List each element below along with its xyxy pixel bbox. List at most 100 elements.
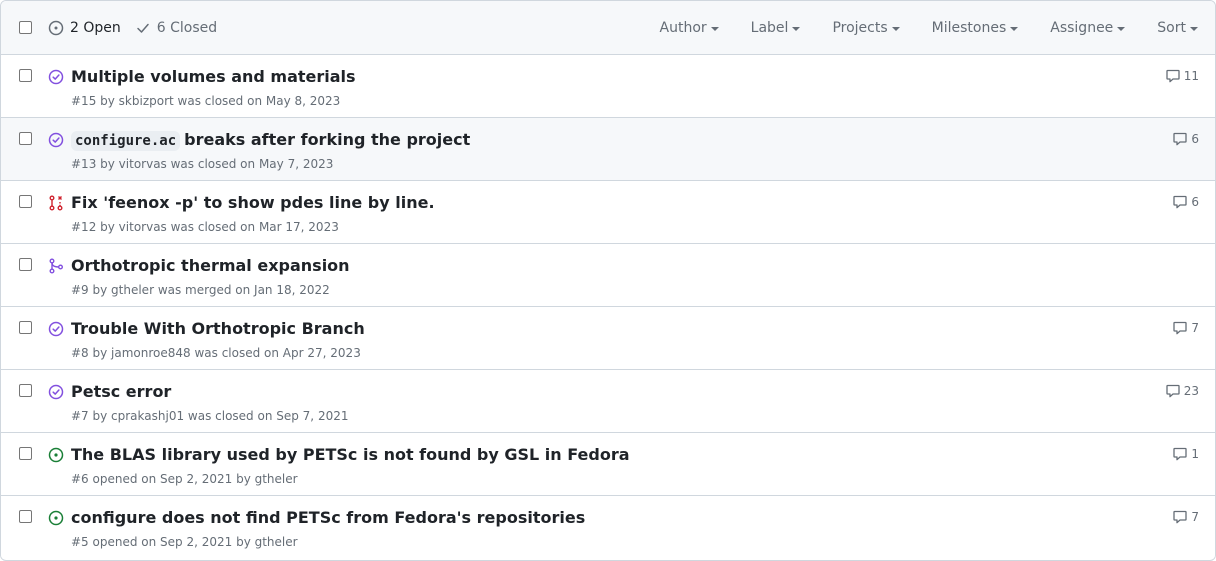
issue-row: configure.ac breaks after forking the pro…: [1, 118, 1215, 181]
issue-closed-icon: [48, 384, 64, 400]
assignee-filter-dropdown[interactable]: Assignee: [1050, 20, 1126, 36]
open-issues-filter[interactable]: 2 Open: [48, 20, 121, 36]
assignee-filter-label: Assignee: [1050, 20, 1114, 36]
comment-icon: [1172, 446, 1188, 462]
triangle-down-icon: [1010, 27, 1019, 31]
triangle-down-icon: [891, 27, 900, 31]
issue-select-checkbox[interactable]: [19, 132, 32, 145]
comment-count: 11: [1183, 69, 1199, 83]
comment-icon: [1172, 131, 1188, 147]
milestones-filter-dropdown[interactable]: Milestones: [932, 20, 1019, 36]
comment-icon: [1172, 509, 1188, 525]
issue-meta: #15 by skbizport was closed on May 8, 20…: [71, 94, 341, 108]
sort-filter-label: Sort: [1157, 20, 1186, 36]
issue-row: The BLAS library used by PETSc is not fo…: [1, 433, 1215, 496]
issue-row: Fix 'feenox -p' to show pdes line by lin…: [1, 181, 1215, 244]
issue-opened-icon: [48, 447, 64, 463]
select-all-checkbox[interactable]: [19, 21, 32, 34]
state-filters: 2 Open 6 Closed: [48, 20, 217, 36]
issue-title-link[interactable]: configure does not find PETSc from Fedor…: [71, 508, 585, 527]
label-filter-dropdown[interactable]: Label: [751, 20, 801, 36]
issue-meta: #5 opened on Sep 2, 2021 by gtheler: [71, 535, 298, 549]
issue-select-checkbox[interactable]: [19, 384, 32, 397]
issue-select-checkbox[interactable]: [19, 510, 32, 523]
issue-title-text: Multiple volumes and materials: [71, 67, 356, 86]
check-icon: [135, 20, 151, 36]
milestones-filter-label: Milestones: [931, 20, 1007, 36]
issue-title-text: configure does not find PETSc from Fedor…: [71, 508, 586, 527]
comment-count: 6: [1191, 132, 1199, 146]
comment-count: 23: [1183, 384, 1199, 398]
triangle-down-icon: [792, 27, 801, 31]
issue-row: Orthotropic thermal expansion #9 by gthel…: [1, 244, 1215, 307]
comment-count: 1: [1191, 447, 1199, 461]
projects-filter-label: Projects: [832, 20, 888, 36]
triangle-down-icon: [1117, 27, 1126, 31]
git-pull-request-closed-icon: [48, 195, 64, 211]
issues-rows: Multiple volumes and materials #15 by skb…: [1, 55, 1215, 559]
issue-closed-icon: [48, 69, 64, 85]
issue-title-link[interactable]: Petsc error: [71, 382, 171, 401]
issue-select-checkbox[interactable]: [19, 447, 32, 460]
comments-link[interactable]: 23: [1165, 383, 1199, 399]
issue-title-link[interactable]: Trouble With Orthotropic Branch: [71, 319, 365, 338]
issue-closed-icon: [48, 321, 64, 337]
comment-icon: [1165, 68, 1181, 84]
comment-icon: [1172, 320, 1188, 336]
label-filter-label: Label: [750, 20, 789, 36]
filter-menus: Author Label Projects Milestones Assignee Sor…: [660, 1, 1198, 55]
issue-title-link[interactable]: Orthotropic thermal expansion: [71, 256, 350, 275]
author-filter-label: Author: [659, 20, 707, 36]
comments-link[interactable]: 6: [1172, 131, 1199, 147]
issue-title-text: Fix 'feenox -p' to show pdes line by lin…: [71, 193, 435, 212]
triangle-down-icon: [1190, 27, 1198, 31]
triangle-down-icon: [710, 27, 719, 31]
issue-title-text: The BLAS library used by PETSc is not fo…: [71, 445, 630, 464]
issue-row: Petsc error #7 by cprakashj01 was closed …: [1, 370, 1215, 433]
closed-count: 6 Closed: [156, 19, 218, 36]
issue-title-text: Petsc error: [71, 382, 172, 401]
issue-meta: #12 by vitorvas was closed on Mar 17, 20…: [71, 220, 339, 234]
issue-meta: #8 by jamonroe848 was closed on Apr 27, …: [71, 346, 361, 360]
issue-meta: #9 by gtheler was merged on Jan 18, 2022: [71, 283, 330, 297]
issue-select-checkbox[interactable]: [19, 69, 32, 82]
comments-link[interactable]: 7: [1172, 320, 1199, 336]
issue-title-link[interactable]: Multiple volumes and materials: [71, 67, 356, 86]
issue-title-text: Trouble With Orthotropic Branch: [71, 319, 365, 338]
closed-issues-filter[interactable]: 6 Closed: [135, 20, 217, 36]
issue-meta: #7 by cprakashj01 was closed on Sep 7, 2…: [71, 409, 349, 423]
issue-opened-icon: [48, 20, 64, 36]
issues-toolbar: 2 Open 6 Closed Author Label Projects Miles…: [1, 1, 1215, 55]
issue-title-link[interactable]: Fix 'feenox -p' to show pdes line by lin…: [71, 193, 435, 212]
issue-row: Multiple volumes and materials #15 by skb…: [1, 55, 1215, 118]
issue-title-text: Orthotropic thermal expansion: [71, 256, 350, 275]
issue-title-text: breaks after forking the project: [184, 130, 471, 149]
comment-icon: [1172, 194, 1188, 210]
issue-meta: #6 opened on Sep 2, 2021 by gtheler: [71, 472, 298, 486]
issue-closed-icon: [48, 132, 64, 148]
comment-count: 6: [1191, 195, 1199, 209]
issue-select-checkbox[interactable]: [19, 321, 32, 334]
comments-link[interactable]: 6: [1172, 194, 1199, 210]
issue-meta: #13 by vitorvas was closed on May 7, 202…: [71, 157, 334, 171]
issues-list-box: 2 Open 6 Closed Author Label Projects Miles…: [0, 0, 1216, 561]
git-merge-icon: [48, 258, 64, 274]
comment-count: 7: [1191, 321, 1199, 335]
comments-link[interactable]: 11: [1165, 68, 1199, 84]
issue-select-checkbox[interactable]: [19, 195, 32, 208]
issue-select-checkbox[interactable]: [19, 258, 32, 271]
projects-filter-dropdown[interactable]: Projects: [832, 20, 900, 36]
issue-opened-icon: [48, 510, 64, 526]
comments-link[interactable]: 7: [1172, 509, 1199, 525]
issue-title-code: configure.ac: [71, 131, 181, 151]
comment-count: 7: [1191, 510, 1199, 524]
open-count: 2 Open: [70, 19, 121, 36]
comments-link[interactable]: 1: [1172, 446, 1199, 462]
issue-title-link[interactable]: configure.ac breaks after forking the pro…: [71, 130, 471, 151]
author-filter-dropdown[interactable]: Author: [660, 20, 719, 36]
issue-row: configure does not find PETSc from Fedor…: [1, 496, 1215, 559]
issue-title-link[interactable]: The BLAS library used by PETSc is not fo…: [71, 445, 630, 464]
issue-row: Trouble With Orthotropic Branch #8 by jam…: [1, 307, 1215, 370]
sort-filter-dropdown[interactable]: Sort: [1157, 20, 1198, 36]
comment-icon: [1165, 383, 1181, 399]
